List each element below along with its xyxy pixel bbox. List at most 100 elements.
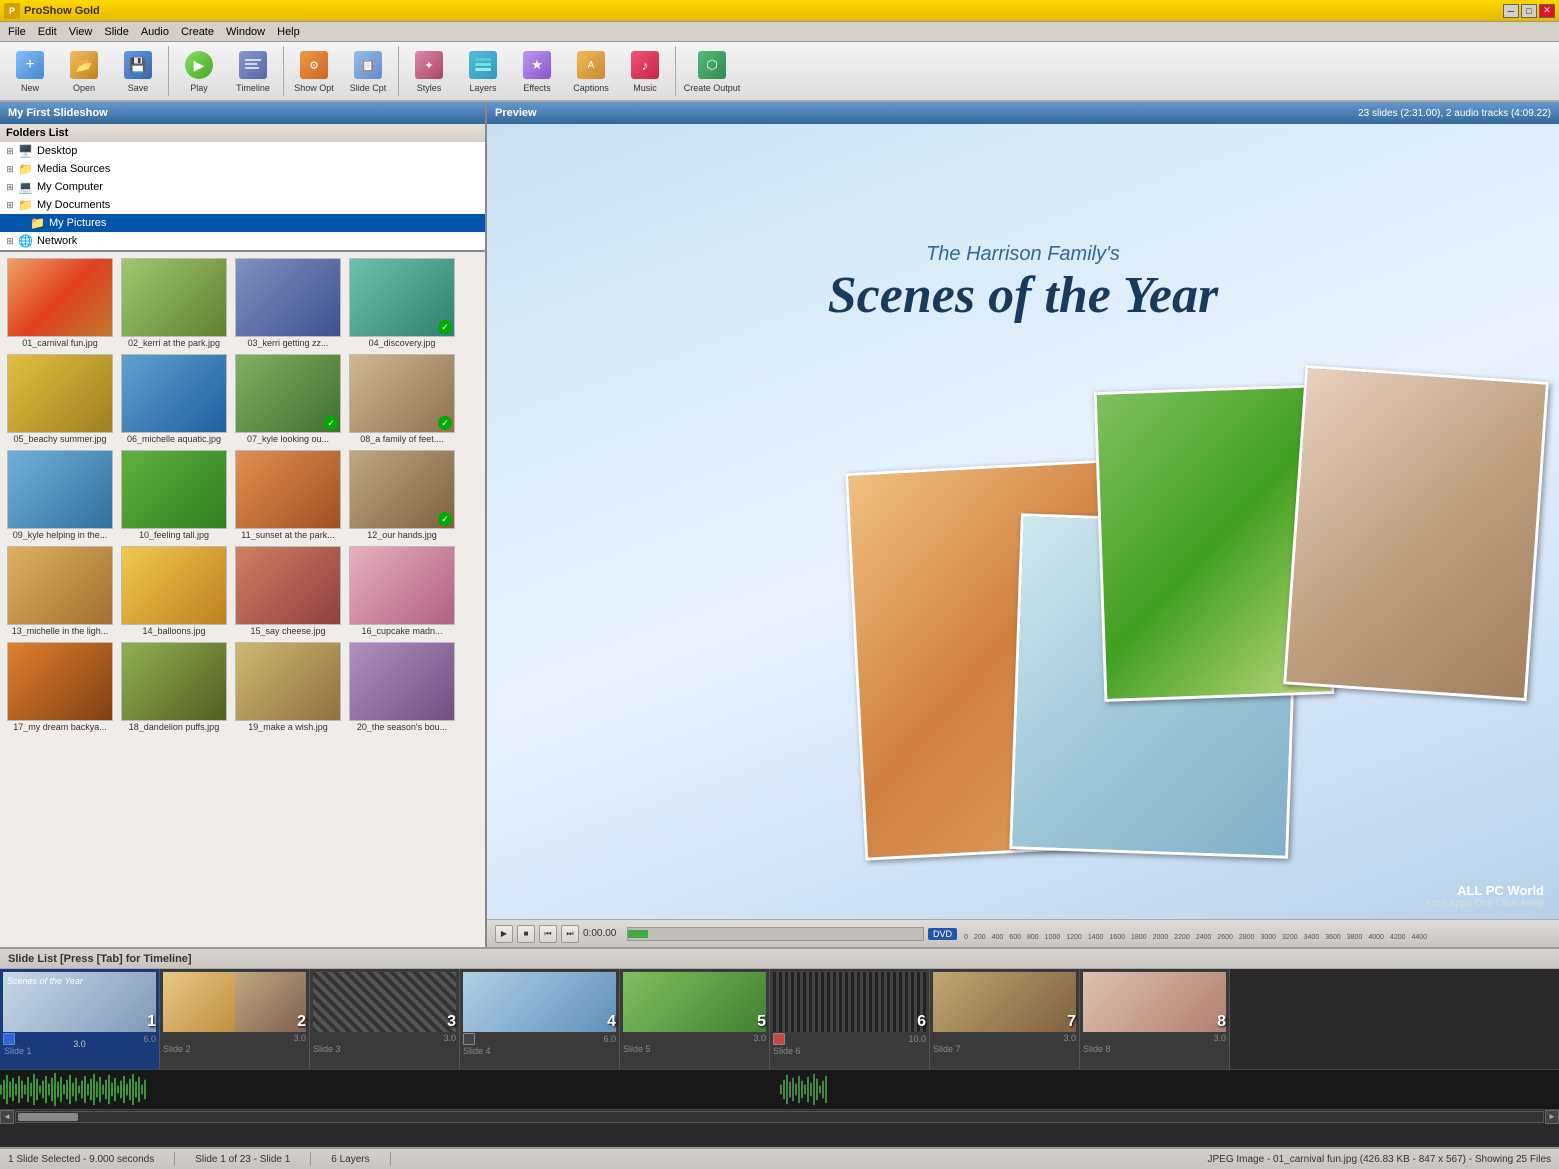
layers-icon (467, 49, 499, 81)
preview-header: Preview 23 slides (2:31.00), 2 audio tra… (487, 102, 1559, 124)
file-item[interactable]: 11_sunset at the park... (232, 448, 344, 542)
file-item[interactable]: 09_kyle helping in the... (4, 448, 116, 542)
captions-button[interactable]: A Captions (565, 44, 617, 98)
minimize-button[interactable]: ─ (1503, 4, 1519, 18)
status-layer-count: 6 Layers (331, 1154, 369, 1165)
file-item[interactable]: 14_balloons.jpg (118, 544, 230, 638)
new-button[interactable]: + New (4, 44, 56, 98)
preview-title: The Harrison Family's Scenes of the Year (594, 243, 1452, 325)
effects-button[interactable]: ★ Effects (511, 44, 563, 98)
slidecpt-button[interactable]: 📋 Slide Cpt (342, 44, 394, 98)
file-item[interactable]: 18_dandelion puffs.jpg (118, 640, 230, 734)
playback-timeline[interactable] (627, 927, 924, 941)
slide-cell-7[interactable]: 7 3.0 Slide 7 (930, 969, 1080, 1069)
slide-cell-6[interactable]: 6 10.0 Slide 6 (770, 969, 930, 1069)
play-button[interactable]: ▶ Play (173, 44, 225, 98)
file-item[interactable]: ✓ 07_kyle looking ou... (232, 352, 344, 446)
menu-window[interactable]: Window (220, 24, 271, 40)
dvd-button[interactable]: DVD (928, 928, 957, 940)
close-button[interactable]: ✕ (1539, 4, 1555, 18)
folder-icon: 📁 (18, 198, 33, 212)
next-frame-button[interactable]: ⏭ (561, 925, 579, 943)
menu-edit[interactable]: Edit (32, 24, 63, 40)
folder-my-computer[interactable]: ⊞ 💻 My Computer (0, 178, 485, 196)
expand-icon: ⊞ (4, 199, 16, 211)
file-item[interactable]: 16_cupcake madn... (346, 544, 458, 638)
timeline-button[interactable]: Timeline (227, 44, 279, 98)
file-item[interactable]: 02_kerri at the park.jpg (118, 256, 230, 350)
file-thumbnail (121, 450, 227, 529)
hscroll-left-button[interactable]: ◄ (0, 1110, 14, 1124)
file-item[interactable]: ✓ 08_a family of feet.... (346, 352, 458, 446)
file-thumbnail: ✓ (349, 258, 455, 337)
play-pause-button[interactable]: ▶ (495, 925, 513, 943)
slide-number-4: 4 (607, 1013, 616, 1031)
app-icon: P (4, 3, 20, 19)
file-item[interactable]: 20_the season's bou... (346, 640, 458, 734)
menu-help[interactable]: Help (271, 24, 306, 40)
file-item[interactable]: 19_make a wish.jpg (232, 640, 344, 734)
music-button[interactable]: ♪ Music (619, 44, 671, 98)
folder-desktop[interactable]: ⊞ 🖥️ Desktop (0, 142, 485, 160)
music-icon: ♪ (629, 49, 661, 81)
folder-my-pictures[interactable]: 📁 My Pictures (0, 214, 485, 232)
slide-cell-4[interactable]: 4 6.0 Slide 4 (460, 969, 620, 1069)
file-item[interactable]: 05_beachy summer.jpg (4, 352, 116, 446)
restore-button[interactable]: □ (1521, 4, 1537, 18)
folder-media-sources[interactable]: ⊞ 📁 Media Sources (0, 160, 485, 178)
open-button[interactable]: 📂 Open (58, 44, 110, 98)
file-item[interactable]: 03_kerri getting zz... (232, 256, 344, 350)
file-item[interactable]: 10_feeling tall.jpg (118, 448, 230, 542)
folders-tree: Folders List ⊞ 🖥️ Desktop ⊞ 📁 Media Sour… (0, 124, 485, 252)
showopt-button[interactable]: ⚙ Show Opt (288, 44, 340, 98)
slide-label-7: Slide 7 (930, 1044, 1079, 1054)
menu-audio[interactable]: Audio (135, 24, 175, 40)
project-info: 23 slides (2:31.00), 2 audio tracks (4:0… (1358, 108, 1551, 119)
slide-label-3: Slide 3 (310, 1044, 459, 1054)
slide-duration-4: 6.0 (603, 1034, 616, 1044)
file-item[interactable]: 06_michelle aquatic.jpg (118, 352, 230, 446)
captions-label: Captions (573, 83, 609, 93)
slide-cell-2[interactable]: 2 3.0 Slide 2 (160, 969, 310, 1069)
slides-row: Scenes of the Year 1 6.0 Slide 1 3.0 (0, 969, 1559, 1069)
file-item[interactable]: 15_say cheese.jpg (232, 544, 344, 638)
stop-button[interactable]: ■ (517, 925, 535, 943)
file-browser[interactable]: 01_carnival fun.jpg 02_kerri at the park… (0, 252, 485, 947)
file-item[interactable]: 13_michelle in the ligh... (4, 544, 116, 638)
save-button[interactable]: 💾 Save (112, 44, 164, 98)
expand-icon: ⊞ (4, 235, 16, 247)
folder-name: Desktop (37, 145, 77, 157)
menu-slide[interactable]: Slide (98, 24, 134, 40)
menu-create[interactable]: Create (175, 24, 220, 40)
left-panel: My First Slideshow Folders List ⊞ 🖥️ Des… (0, 102, 487, 947)
hscroll-right-button[interactable]: ► (1545, 1110, 1559, 1124)
styles-button[interactable]: ✦ Styles (403, 44, 455, 98)
file-item[interactable]: ✓ 12_our hands.jpg (346, 448, 458, 542)
slide-cell-5[interactable]: 5 3.0 Slide 5 (620, 969, 770, 1069)
folder-network[interactable]: ⊞ 🌐 Network (0, 232, 485, 250)
slide-icon (773, 1033, 785, 1045)
slide-8-thumbnail (1083, 972, 1226, 1032)
slide-number-3: 3 (447, 1013, 456, 1031)
menu-file[interactable]: File (2, 24, 32, 40)
playback-time: 0:00.00 (583, 928, 623, 939)
output-button[interactable]: ⬡ Create Output (680, 44, 744, 98)
layers-button[interactable]: Layers (457, 44, 509, 98)
menu-view[interactable]: View (63, 24, 99, 40)
slide-label-8: Slide 8 (1080, 1044, 1229, 1054)
preview-area[interactable]: The Harrison Family's Scenes of the Year (487, 124, 1559, 919)
slide-list-header: Slide List [Press [Tab] for Timeline] (0, 947, 1559, 969)
slide-cell-3[interactable]: 3 3.0 Slide 3 (310, 969, 460, 1069)
new-label: New (21, 83, 39, 93)
hscroll-track[interactable] (15, 1111, 1544, 1123)
slide-cell-1[interactable]: Scenes of the Year 1 6.0 Slide 1 3.0 (0, 969, 160, 1069)
prev-frame-button[interactable]: ⏮ (539, 925, 557, 943)
slide-6-bottom: 10.0 (770, 1032, 929, 1046)
slide-cell-8[interactable]: 8 3.0 Slide 8 (1080, 969, 1230, 1069)
file-item[interactable]: ✓ 04_discovery.jpg (346, 256, 458, 350)
hscroll-thumb[interactable] (18, 1113, 78, 1121)
file-item[interactable]: 01_carnival fun.jpg (4, 256, 116, 350)
folder-my-documents[interactable]: ⊞ 📁 My Documents (0, 196, 485, 214)
slide-7-thumbnail (933, 972, 1076, 1032)
file-item[interactable]: 17_my dream backya... (4, 640, 116, 734)
